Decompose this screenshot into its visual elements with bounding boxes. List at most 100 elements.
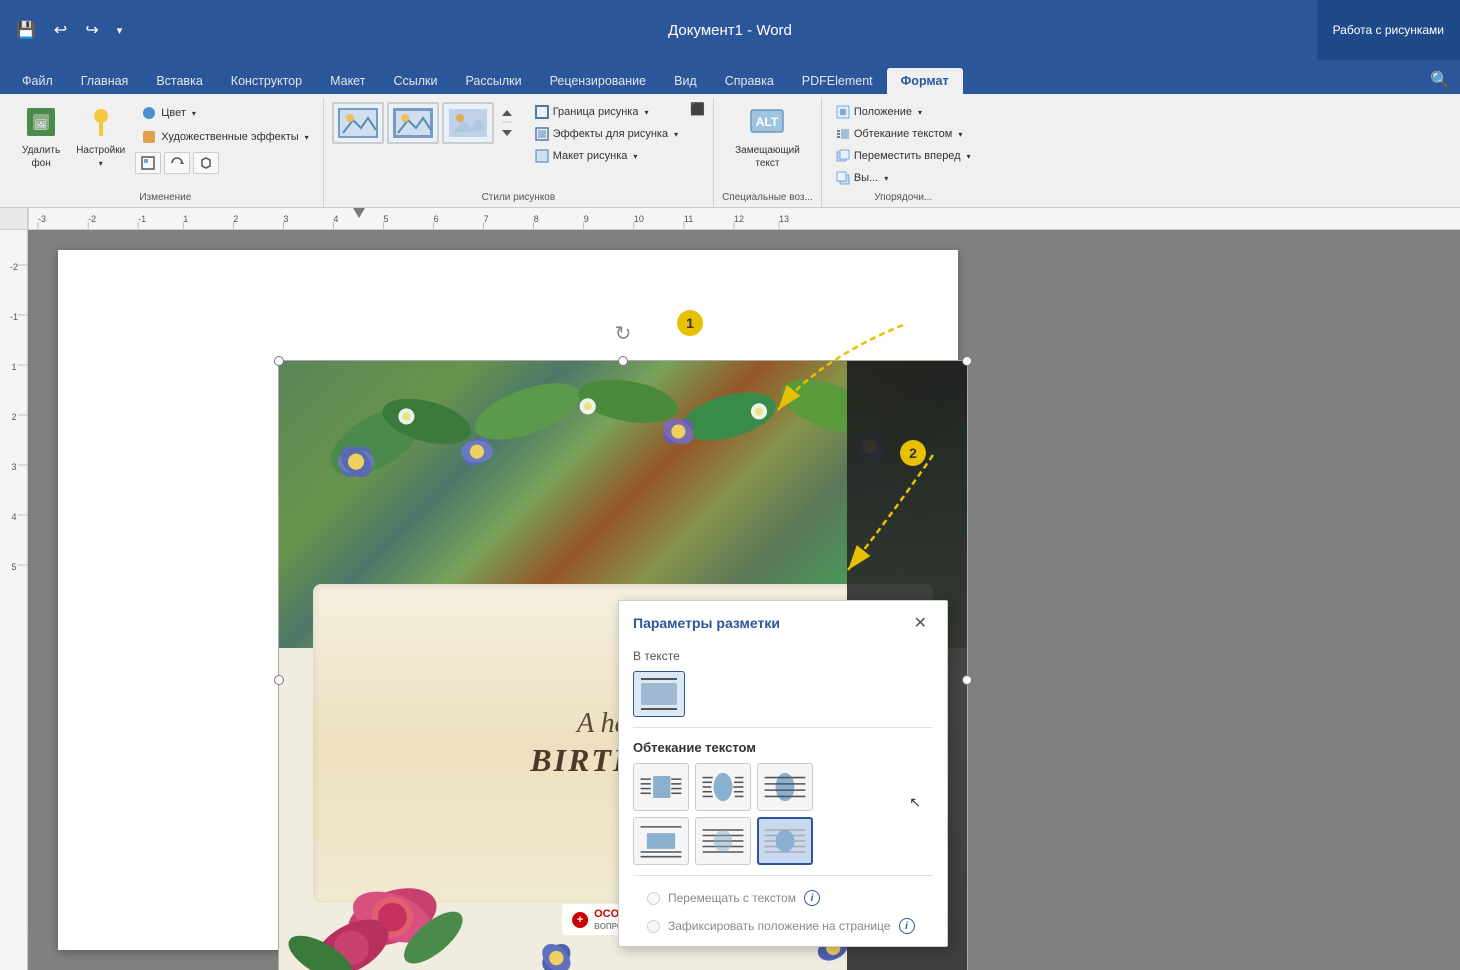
tab-layout[interactable]: Макет — [316, 68, 379, 94]
svg-text:ALT: ALT — [756, 115, 779, 129]
panel-close-button[interactable]: ✕ — [908, 611, 933, 635]
handle-mr[interactable] — [962, 675, 972, 685]
picture-border-button[interactable]: Граница рисунка ▾ — [529, 102, 684, 122]
panel-divider-1 — [633, 727, 933, 728]
handle-tr[interactable] — [962, 356, 972, 366]
left-indent-marker[interactable] — [353, 208, 365, 218]
reset-picture-icon — [199, 156, 213, 170]
page-container: ↻ — [28, 230, 1460, 970]
picture-layout-button[interactable]: Макет рисунка ▾ — [529, 146, 684, 166]
handle-tm[interactable] — [618, 356, 628, 366]
tab-view[interactable]: Вид — [660, 68, 711, 94]
alt-text-button[interactable]: ALT Замещающийтекст — [732, 102, 802, 174]
vertical-ruler: -2 -1 1 2 3 4 5 — [0, 230, 28, 970]
styles-group-label: Стили рисунков — [482, 188, 556, 203]
svg-text:-1: -1 — [138, 214, 146, 224]
tab-review[interactable]: Рецензирование — [536, 68, 661, 94]
tab-file[interactable]: Файл — [8, 68, 67, 94]
settings-icon — [85, 106, 117, 142]
artistic-effects-button[interactable]: Художественные эффекты ▾ — [135, 126, 314, 148]
undo-icon[interactable]: ↩ — [48, 16, 73, 44]
ribbon-group-arrange: Положение ▾ Обтекание текстом ▾ Перемест… — [822, 98, 985, 207]
ribbon-group-picture-styles: Граница рисунка ▾ Эффекты для рисунка ▾ … — [324, 98, 714, 207]
svg-text:-1: -1 — [10, 312, 18, 322]
pic-style-2-button[interactable] — [387, 102, 439, 144]
wrap-topbottom-button[interactable] — [633, 817, 689, 865]
fix-on-page-radio[interactable] — [647, 920, 660, 933]
settings-button[interactable]: Настройки ▾ — [70, 102, 131, 173]
wrap-through-button[interactable] — [757, 763, 813, 811]
svg-text:-2: -2 — [88, 214, 96, 224]
mouse-cursor: ↖ — [909, 794, 921, 811]
svg-text:1: 1 — [183, 214, 188, 224]
handle-ml[interactable] — [274, 675, 284, 685]
move-forward-button[interactable]: Переместить вперед ▾ — [830, 146, 977, 166]
move-with-text-label: Перемещать с текстом — [668, 891, 796, 905]
move-with-text-info[interactable]: i — [804, 890, 820, 906]
reset-picture-button[interactable] — [193, 152, 219, 174]
svg-text:10: 10 — [634, 214, 644, 224]
wrap-square-button[interactable] — [633, 763, 689, 811]
artistic-icon — [141, 129, 157, 145]
fix-on-page-info[interactable]: i — [899, 918, 915, 934]
position-button[interactable]: Положение ▾ — [830, 102, 977, 122]
styles-expand-icon[interactable]: ⬛ — [690, 102, 705, 116]
change-picture-button[interactable] — [164, 152, 190, 174]
change-picture-icon — [170, 156, 184, 170]
color-icon — [141, 105, 157, 121]
tab-mailings[interactable]: Рассылки — [451, 68, 535, 94]
wrap-front-button[interactable] — [757, 817, 813, 865]
svg-text:5: 5 — [11, 562, 16, 572]
tab-insert[interactable]: Вставка — [142, 68, 216, 94]
panel-header: Параметры разметки ✕ — [619, 601, 947, 643]
ruler-corner — [0, 208, 28, 229]
tab-format[interactable]: Формат — [887, 68, 963, 94]
color-caret: ▾ — [192, 109, 196, 118]
bring-back-button[interactable]: Вы... ▾ — [830, 168, 977, 188]
color-label: Цвет — [161, 107, 186, 119]
picture-effects-button[interactable]: Эффекты для рисунка ▾ — [529, 124, 684, 144]
rotation-handle[interactable]: ↻ — [615, 321, 632, 346]
move-with-text-radio[interactable] — [647, 892, 660, 905]
inline-icons-row — [619, 667, 947, 727]
tab-references[interactable]: Ссылки — [379, 68, 451, 94]
tab-pdfelement[interactable]: PDFElement — [788, 68, 887, 94]
text-wrap-button[interactable]: Обтекание текстом ▾ — [830, 124, 977, 144]
wrap-tight-button[interactable] — [695, 763, 751, 811]
wrap-through-icon — [763, 768, 807, 806]
svg-text:12: 12 — [734, 214, 744, 224]
panel-divider-2 — [633, 875, 933, 876]
remove-bg-button[interactable]: 🖼 Удалитьфон — [16, 102, 66, 174]
picture-effects-icon — [535, 127, 549, 141]
customize-icon[interactable]: ▾ — [111, 20, 129, 41]
handle-tl[interactable] — [274, 356, 284, 366]
tab-home[interactable]: Главная — [67, 68, 143, 94]
svg-text:11: 11 — [684, 214, 693, 224]
panel-title: Параметры разметки — [633, 615, 780, 631]
ruler-scale: -3 -2 -1 1 2 3 4 5 6 7 8 9 10 1 — [28, 208, 1460, 229]
wrap-icons-grid — [619, 759, 947, 875]
search-icon[interactable]: 🔍 — [1420, 66, 1460, 94]
remove-bg-label: Удалитьфон — [22, 144, 60, 170]
compress-button[interactable] — [135, 152, 161, 174]
svg-text:3: 3 — [11, 462, 16, 472]
color-button[interactable]: Цвет ▾ — [135, 102, 314, 124]
context-tools-label: Работа с рисунками — [1317, 0, 1460, 60]
inline-text-button[interactable] — [633, 671, 685, 717]
tab-design[interactable]: Конструктор — [217, 68, 316, 94]
title-bar: 💾 ↩ ↪ ▾ Документ1 - Word Работа с рисунк… — [0, 0, 1460, 60]
svg-text:-3: -3 — [38, 214, 46, 224]
wrap-topbottom-icon — [639, 822, 683, 860]
pic-style-3-button[interactable] — [442, 102, 494, 144]
svg-text:5: 5 — [383, 214, 388, 224]
redo-icon[interactable]: ↪ — [79, 16, 104, 44]
pic-style-1-button[interactable] — [332, 102, 384, 144]
save-icon[interactable]: 💾 — [10, 16, 42, 44]
svg-text:4: 4 — [11, 512, 16, 522]
pic-styles-dropdown[interactable] — [497, 108, 517, 138]
artistic-caret: ▾ — [305, 133, 309, 142]
wrap-behind-button[interactable] — [695, 817, 751, 865]
ribbon-group-special: ALT Замещающийтекст Специальные воз... — [714, 98, 822, 207]
svg-text:1: 1 — [11, 362, 16, 372]
tab-help[interactable]: Справка — [711, 68, 788, 94]
